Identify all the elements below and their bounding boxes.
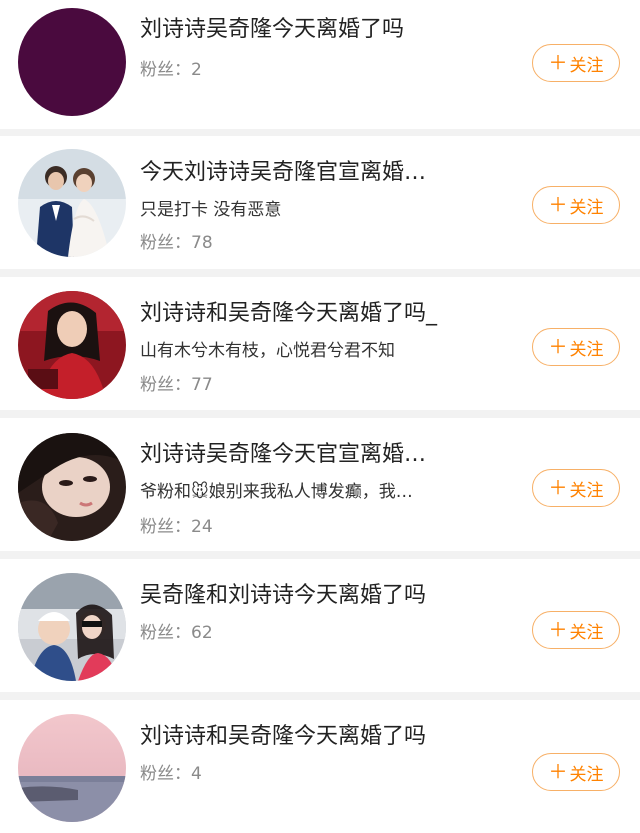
- user-name[interactable]: 刘诗诗和吴奇隆今天离婚了吗_: [140, 299, 470, 329]
- plus-icon: ＋: [548, 476, 568, 499]
- follow-button[interactable]: ＋关注: [532, 44, 620, 82]
- fans-count: 粉丝：77: [140, 375, 213, 395]
- fans-count: 粉丝：24: [140, 517, 213, 537]
- plus-icon: ＋: [548, 618, 568, 641]
- user-description: 山有木兮木有枝，心悦君兮君不知: [140, 341, 395, 361]
- fans-count: 粉丝：4: [140, 764, 202, 784]
- avatar[interactable]: [18, 573, 126, 681]
- user-result-row[interactable]: 刘诗诗吴奇隆今天离婚了吗 粉丝：2 ＋关注: [0, 0, 640, 129]
- user-result-row[interactable]: 吴奇隆和刘诗诗今天离婚了吗 粉丝：62 ＋关注: [0, 559, 640, 692]
- user-description: 爷粉和🐭娘别来我私人博发癫，我…: [140, 482, 413, 502]
- fans-count: 粉丝：62: [140, 623, 213, 643]
- avatar-image: [18, 149, 126, 257]
- user-name[interactable]: 今天刘诗诗吴奇隆官宣离婚…: [140, 158, 470, 188]
- follow-button[interactable]: ＋关注: [532, 611, 620, 649]
- user-result-row[interactable]: 刘诗诗吴奇隆今天官宣离婚… 爷粉和🐭娘别来我私人博发癫，我… 粉丝：24 ＋关注: [0, 418, 640, 551]
- avatar-image: [18, 433, 126, 541]
- follow-button[interactable]: ＋关注: [532, 469, 620, 507]
- user-result-row[interactable]: 刘诗诗和吴奇隆今天离婚了吗_ 山有木兮木有枝，心悦君兮君不知 粉丝：77 ＋关注: [0, 277, 640, 410]
- user-description: 只是打卡 没有恶意: [140, 200, 282, 220]
- avatar[interactable]: [18, 291, 126, 399]
- user-name[interactable]: 刘诗诗吴奇隆今天离婚了吗: [140, 15, 470, 45]
- fans-count: 粉丝：78: [140, 233, 213, 253]
- plus-icon: ＋: [548, 51, 568, 74]
- follow-button[interactable]: ＋关注: [532, 328, 620, 366]
- plus-icon: ＋: [548, 760, 568, 783]
- fans-count: 粉丝：2: [140, 60, 202, 80]
- user-name[interactable]: 吴奇隆和刘诗诗今天离婚了吗: [140, 581, 470, 611]
- plus-icon: ＋: [548, 193, 568, 216]
- avatar-image: [18, 291, 126, 399]
- user-name[interactable]: 刘诗诗吴奇隆今天官宣离婚…: [140, 440, 470, 470]
- avatar[interactable]: [18, 8, 126, 116]
- avatar-image: [18, 573, 126, 681]
- avatar[interactable]: [18, 714, 126, 822]
- avatar-image: [18, 8, 126, 116]
- user-result-row[interactable]: 今天刘诗诗吴奇隆官宣离婚… 只是打卡 没有恶意 粉丝：78 ＋关注: [0, 136, 640, 269]
- user-name[interactable]: 刘诗诗和吴奇隆今天离婚了吗: [140, 722, 470, 752]
- avatar[interactable]: [18, 433, 126, 541]
- avatar[interactable]: [18, 149, 126, 257]
- avatar-image: [18, 714, 126, 822]
- plus-icon: ＋: [548, 335, 568, 358]
- follow-button[interactable]: ＋关注: [532, 753, 620, 791]
- follow-button[interactable]: ＋关注: [532, 186, 620, 224]
- user-result-row[interactable]: 刘诗诗和吴奇隆今天离婚了吗 粉丝：4 ＋关注: [0, 700, 640, 833]
